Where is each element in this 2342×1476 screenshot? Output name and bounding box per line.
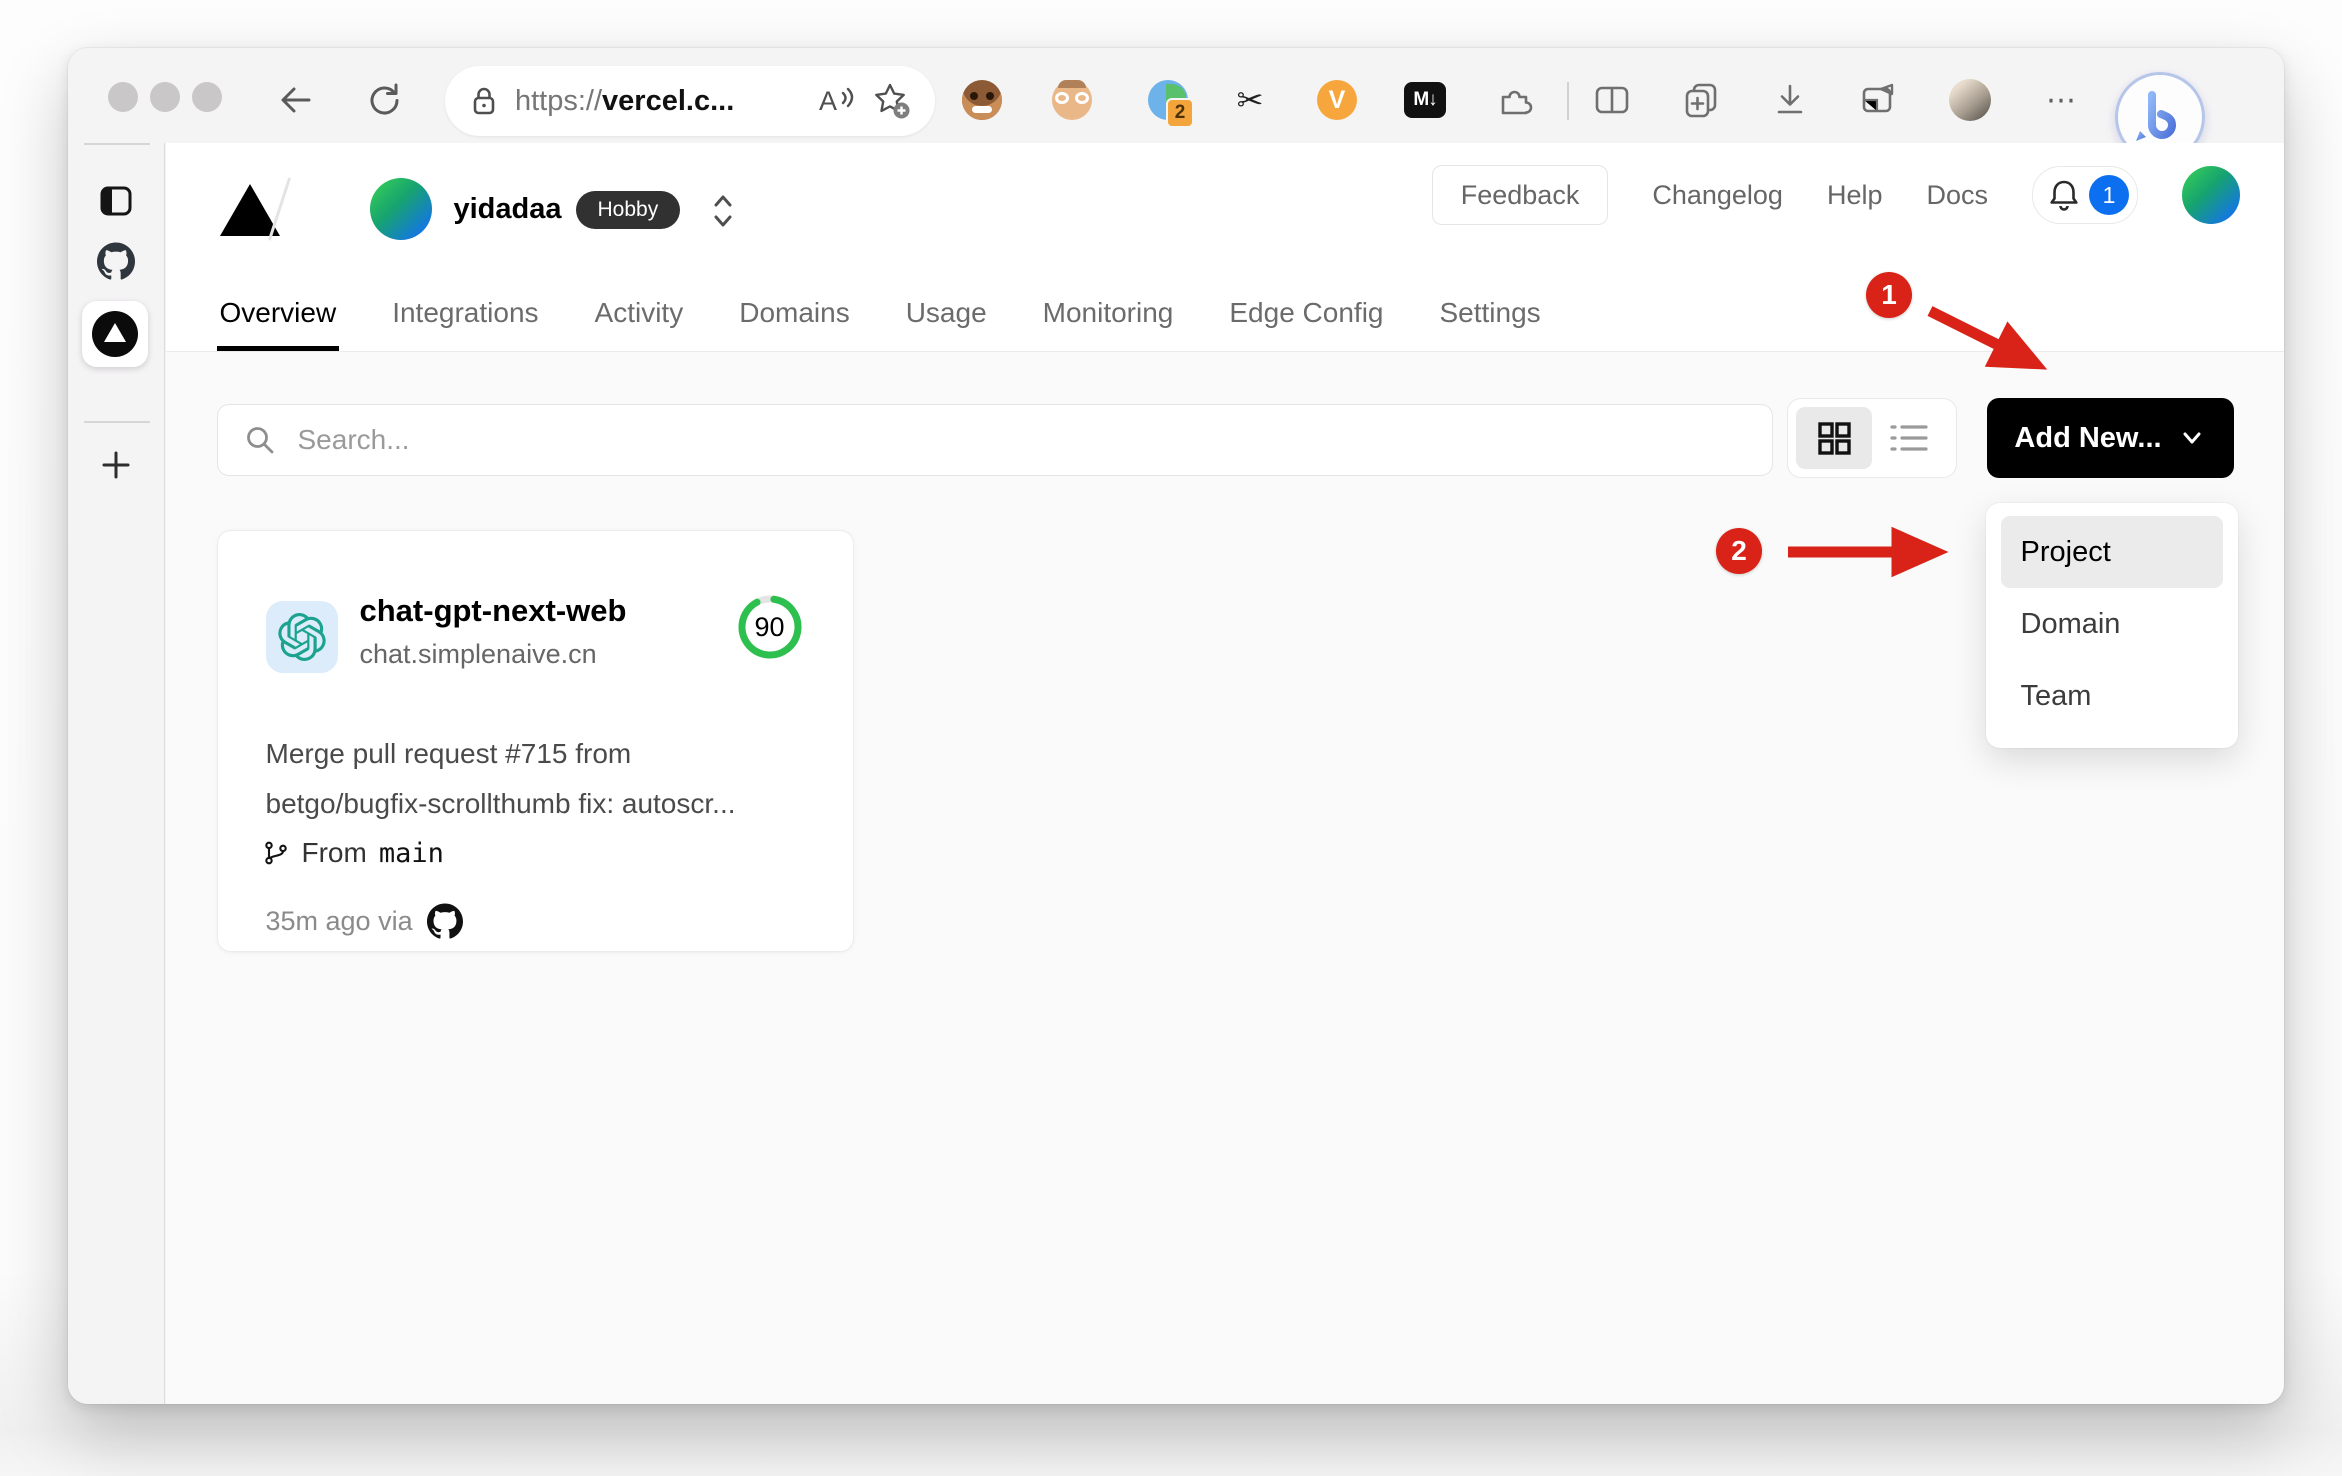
notification-count-badge: 1 bbox=[2089, 175, 2129, 215]
changelog-link[interactable]: Changelog bbox=[1652, 180, 1783, 211]
list-icon bbox=[1889, 425, 1928, 451]
bell-icon bbox=[2050, 180, 2078, 211]
list-view-button[interactable] bbox=[1872, 407, 1948, 469]
grid-icon bbox=[1817, 422, 1851, 455]
lock-icon bbox=[469, 85, 499, 117]
favorite-star-icon[interactable] bbox=[873, 82, 911, 120]
toolbar-divider bbox=[1567, 82, 1569, 120]
v-ext-icon[interactable]: V bbox=[1315, 78, 1359, 122]
chevron-down-icon bbox=[2183, 432, 2201, 444]
scope-switcher-icon[interactable] bbox=[708, 189, 738, 233]
dropdown-item-team[interactable]: Team bbox=[2001, 660, 2223, 732]
dropdown-item-domain[interactable]: Domain bbox=[2001, 588, 2223, 660]
project-domain[interactable]: chat.simplenaive.cn bbox=[360, 639, 597, 670]
tab-activity[interactable]: Activity bbox=[595, 274, 684, 351]
browser-toolbar: https://vercel.c... A 2 ✂ V M↓ ⋯ bbox=[68, 48, 2284, 162]
add-new-dropdown: Project Domain Team bbox=[1985, 503, 2238, 748]
tab-edge-config[interactable]: Edge Config bbox=[1229, 274, 1383, 351]
markdown-downloader-ext-icon[interactable]: M↓ bbox=[1403, 78, 1447, 122]
deployment-meta: 35m ago via bbox=[266, 903, 463, 939]
project-search[interactable] bbox=[216, 404, 1773, 476]
vercel-tab-active[interactable] bbox=[82, 301, 148, 367]
traffic-light-minimize[interactable] bbox=[150, 82, 180, 112]
url-bar[interactable]: https://vercel.c... A bbox=[445, 66, 935, 136]
openai-icon bbox=[277, 613, 326, 661]
score-ring[interactable]: 90 bbox=[736, 593, 804, 661]
traffic-light-close[interactable] bbox=[108, 82, 138, 112]
tab-overview[interactable]: Overview bbox=[216, 274, 339, 351]
view-toggle bbox=[1786, 398, 1957, 478]
browser-essentials-icon[interactable] bbox=[1856, 78, 1900, 122]
team-avatar[interactable] bbox=[369, 178, 432, 240]
scissors-ext-icon[interactable]: ✂ bbox=[1228, 78, 1272, 122]
feedback-button[interactable]: Feedback bbox=[1431, 165, 1609, 225]
vercel-dashboard-page: yidadaa Hobby Feedback Changelog Help Do… bbox=[165, 143, 2284, 1404]
extensions-puzzle-icon[interactable] bbox=[1492, 78, 1536, 122]
git-branch-icon bbox=[264, 841, 287, 865]
tabs-bottom-border bbox=[165, 350, 2284, 352]
search-icon bbox=[246, 427, 273, 454]
project-favicon bbox=[265, 601, 338, 673]
search-input[interactable] bbox=[295, 423, 1746, 457]
collections-icon[interactable] bbox=[1679, 78, 1723, 122]
browser-profile-avatar[interactable] bbox=[1948, 78, 1992, 122]
branch-name: main bbox=[378, 837, 444, 869]
vercel-favicon bbox=[92, 311, 138, 357]
tab-panel-icon[interactable] bbox=[94, 179, 138, 223]
grid-view-button[interactable] bbox=[1795, 407, 1872, 469]
url-host: vercel.c... bbox=[602, 84, 735, 117]
url-text: https://vercel.c... bbox=[515, 84, 735, 117]
profile-face-ext-icon[interactable] bbox=[1050, 78, 1094, 122]
tab-monitoring[interactable]: Monitoring bbox=[1043, 274, 1174, 351]
github-tab-icon[interactable] bbox=[94, 239, 138, 283]
sidebar-tab-divider bbox=[84, 421, 150, 423]
split-screen-icon[interactable] bbox=[1590, 78, 1634, 122]
score-value: 90 bbox=[754, 611, 785, 642]
dropdown-item-project[interactable]: Project bbox=[2000, 516, 2223, 588]
dashboard-tabs: Overview Integrations Activity Domains U… bbox=[216, 274, 1541, 351]
refresh-icon[interactable] bbox=[362, 78, 406, 122]
read-aloud-icon[interactable]: A bbox=[817, 84, 857, 118]
branch-row: From main bbox=[262, 837, 444, 869]
tab-integrations[interactable]: Integrations bbox=[392, 274, 538, 351]
project-name[interactable]: chat-gpt-next-web bbox=[360, 593, 627, 629]
tampermonkey-ext-icon[interactable] bbox=[960, 78, 1004, 122]
svg-text:A: A bbox=[819, 86, 837, 116]
github-icon bbox=[426, 903, 463, 939]
vertical-tabs-sidebar bbox=[68, 143, 165, 1404]
docs-link[interactable]: Docs bbox=[1926, 180, 1988, 211]
add-new-label: Add New... bbox=[2014, 421, 2162, 454]
vercel-header: yidadaa Hobby Feedback Changelog Help Do… bbox=[165, 143, 2284, 352]
tab-usage[interactable]: Usage bbox=[906, 274, 987, 351]
plan-badge: Hobby bbox=[575, 191, 681, 229]
from-label: From bbox=[301, 837, 367, 868]
project-card[interactable]: chat-gpt-next-web chat.simplenaive.cn 90… bbox=[216, 530, 854, 952]
team-name[interactable]: yidadaa bbox=[454, 193, 562, 226]
browser-window: https://vercel.c... A 2 ✂ V M↓ ⋯ yidadaa… bbox=[68, 48, 2284, 1404]
downloads-icon[interactable] bbox=[1768, 78, 1812, 122]
tab-domains[interactable]: Domains bbox=[739, 274, 849, 351]
account-sync-ext-icon[interactable]: 2 bbox=[1146, 78, 1194, 128]
add-new-button[interactable]: Add New... bbox=[1986, 398, 2234, 478]
new-tab-plus-icon[interactable] bbox=[94, 443, 138, 487]
back-icon[interactable] bbox=[274, 78, 318, 122]
commit-message: Merge pull request #715 from betgo/bugfi… bbox=[265, 738, 736, 819]
tab-settings[interactable]: Settings bbox=[1439, 274, 1540, 351]
notifications-button[interactable]: 1 bbox=[2032, 166, 2138, 224]
more-menu-icon[interactable]: ⋯ bbox=[2040, 78, 2084, 122]
traffic-light-zoom[interactable] bbox=[192, 82, 222, 112]
user-avatar[interactable] bbox=[2182, 166, 2240, 224]
sidebar-top-divider bbox=[84, 143, 150, 145]
ext-badge-count: 2 bbox=[1166, 98, 1194, 128]
help-link[interactable]: Help bbox=[1827, 180, 1883, 211]
